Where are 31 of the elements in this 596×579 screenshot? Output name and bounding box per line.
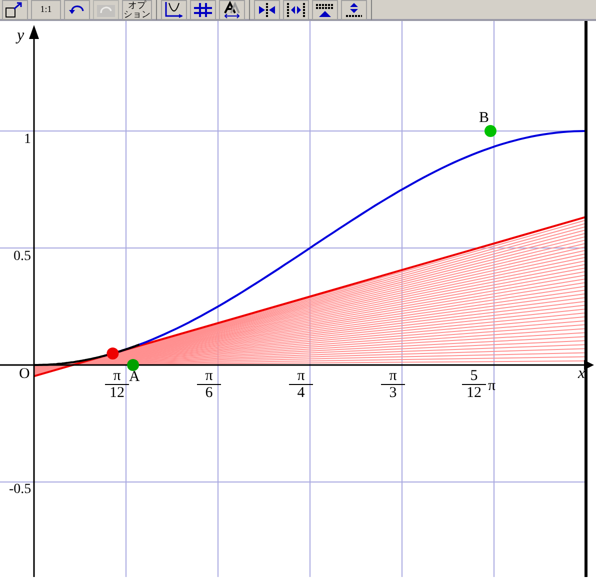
toolbar-button[interactable]: [2, 0, 28, 20]
tick-label: π 12: [103, 369, 131, 401]
tick-label: π 4: [287, 369, 315, 401]
point-label: A: [129, 370, 140, 385]
tick-label: 1: [23, 133, 31, 147]
point[interactable]: [106, 347, 119, 360]
toolbar-button[interactable]: [64, 0, 90, 20]
toolbar-button[interactable]: オプ ション: [122, 0, 152, 20]
toolbar-button[interactable]: [341, 0, 367, 20]
tick-label: -0.5: [9, 483, 31, 497]
grid-icon: [192, 0, 214, 18]
font-size-icon: [221, 0, 243, 18]
toolbar-button[interactable]: 1:1: [31, 0, 61, 20]
graph-axes-icon: [163, 0, 185, 18]
axis-label: y: [17, 28, 24, 44]
toolbar-button[interactable]: [190, 0, 216, 20]
tick-label: π 6: [195, 369, 223, 401]
toolbar-button[interactable]: [312, 0, 338, 20]
shrink-horizontal-icon: [256, 0, 278, 18]
axis-label: x: [578, 366, 586, 382]
toolbar-button[interactable]: [254, 0, 280, 20]
expand-vertical-icon: [343, 0, 365, 18]
toolbar-button[interactable]: [219, 0, 245, 20]
tick-label: 0.5: [12, 250, 31, 264]
tick-label: π 3: [379, 369, 407, 401]
toolbar-button[interactable]: [161, 0, 187, 20]
expand-horizontal-icon: [285, 0, 307, 18]
origin-label: O: [19, 367, 30, 382]
toolbar-button[interactable]: [283, 0, 309, 20]
point-label: B: [479, 111, 490, 126]
point[interactable]: [127, 359, 140, 371]
